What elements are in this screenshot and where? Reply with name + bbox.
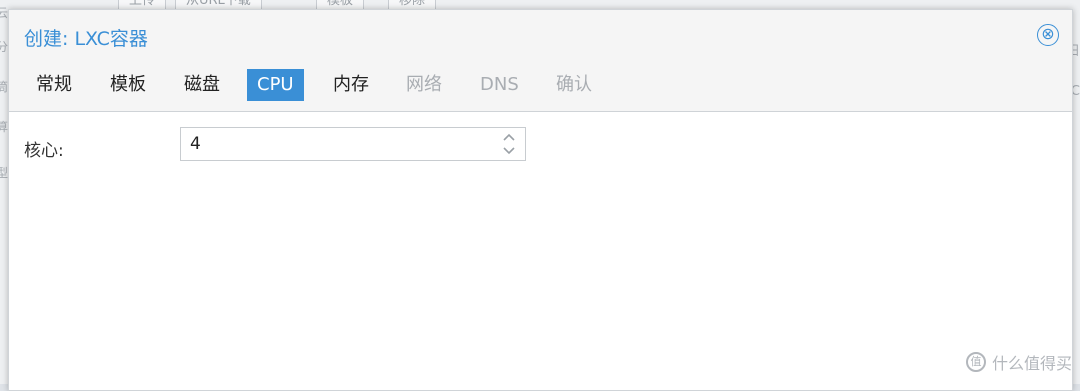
cores-label: 核心: (24, 141, 64, 161)
chevron-down-icon[interactable] (501, 144, 517, 157)
tab-network[interactable]: 网络 (396, 69, 452, 101)
dialog-header: 创建: LXC容器 ⊗ (9, 10, 1072, 64)
chevron-up-icon[interactable] (501, 131, 517, 144)
dialog-title: 创建: LXC容器 (24, 28, 148, 50)
bg-left-glyph: 分 (0, 40, 9, 54)
tab-template[interactable]: 模板 (100, 69, 156, 101)
tab-cpu[interactable]: CPU (247, 69, 304, 101)
bg-left-glyph: 云 (0, 6, 9, 20)
cores-stepper[interactable]: 4 (180, 127, 526, 161)
bg-left-glyph: 型 (0, 166, 9, 180)
tab-memory[interactable]: 内存 (323, 69, 379, 101)
bg-left-glyph: 算 (0, 120, 9, 134)
tab-dns[interactable]: DNS (470, 69, 529, 101)
watermark: 值 什么值得买 (965, 350, 1072, 374)
create-lxc-dialog: 创建: LXC容器 ⊗ 常规 模板 磁盘 CPU 内存 网络 DNS 确认 核心… (8, 9, 1073, 391)
watermark-logo-icon: 值 (965, 352, 986, 372)
tab-disk[interactable]: 磁盘 (174, 69, 230, 101)
watermark-text: 什么值得买 (991, 354, 1072, 373)
tab-confirm[interactable]: 确认 (546, 69, 602, 101)
cores-value[interactable]: 4 (190, 134, 201, 154)
background-left-strip: 云 分 筒 算 型 (0, 0, 8, 384)
bg-left-glyph: 筒 (0, 80, 9, 94)
wizard-tabbar: 常规 模板 磁盘 CPU 内存 网络 DNS 确认 (9, 66, 1072, 112)
cpu-panel: 核心: 4 (9, 112, 1072, 390)
tab-general[interactable]: 常规 (26, 69, 82, 101)
close-icon[interactable]: ⊗ (1037, 24, 1059, 46)
